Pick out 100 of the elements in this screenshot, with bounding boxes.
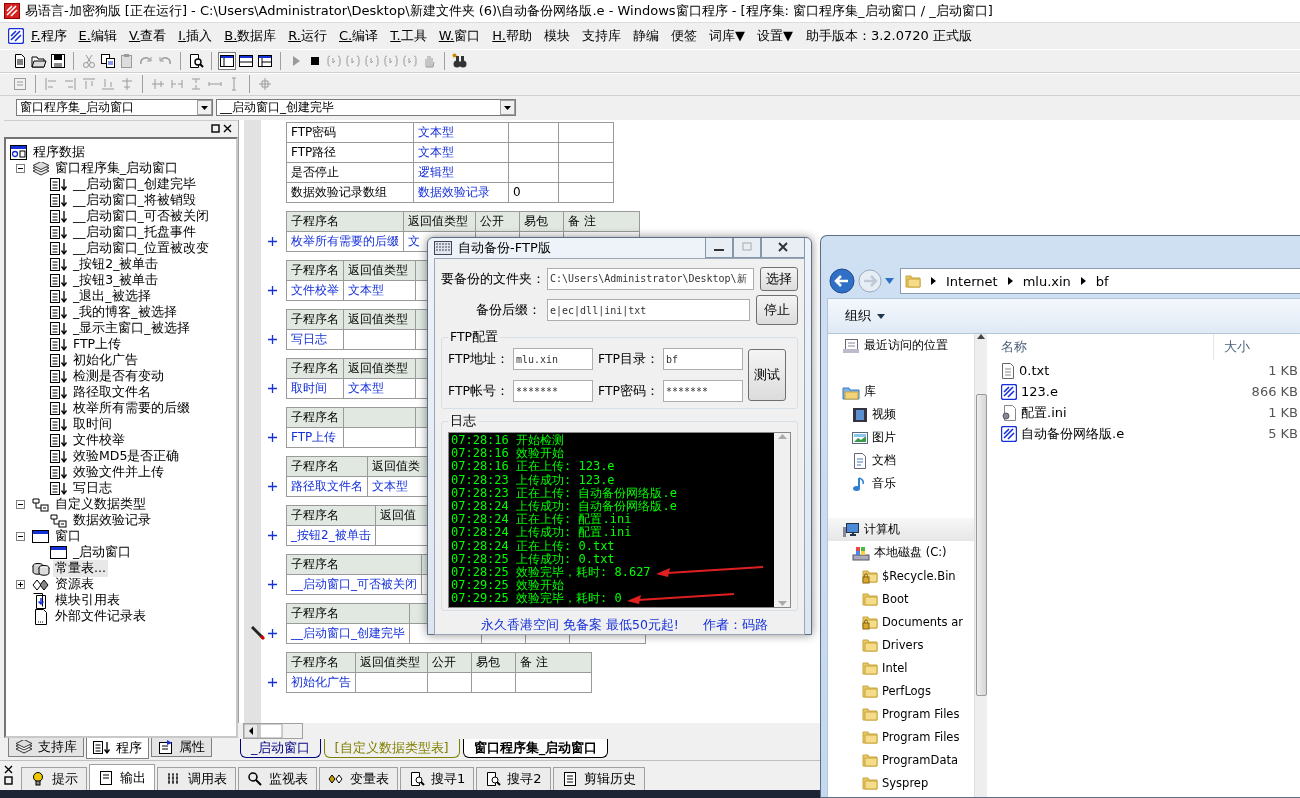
output-tab[interactable]: 搜寻2	[476, 767, 551, 791]
tree-item[interactable]: 枚举所有需要的后缀	[71, 400, 192, 418]
tree-item[interactable]: 窗口程序集_启动窗口	[53, 160, 181, 178]
breadcrumb-item[interactable]: mlu.xin	[1022, 273, 1071, 289]
selector-dropdown[interactable]: 窗口程序集_启动窗口	[16, 99, 213, 117]
output-tab[interactable]: 搜寻1	[400, 767, 475, 791]
chevron-icon[interactable]	[931, 277, 936, 285]
nav-item[interactable]: $Recycle.Bin	[882, 568, 956, 583]
tree-item[interactable]: __启动窗口_托盘事件	[71, 224, 198, 242]
plus-icon[interactable]	[268, 628, 277, 638]
binoculars-icon[interactable]	[452, 52, 468, 69]
panel-tab[interactable]: 程序	[86, 737, 149, 759]
restore-icon[interactable]	[211, 124, 220, 134]
tree-item[interactable]: 取时间	[71, 416, 114, 434]
text-field[interactable]: *******	[513, 380, 593, 402]
menu-item[interactable]: 静编	[627, 24, 664, 47]
history-dropdown-icon[interactable]	[885, 278, 894, 284]
menu-item[interactable]: C.编译	[334, 24, 384, 47]
nav-item[interactable]: PerfLogs	[882, 683, 931, 698]
nav-item[interactable]: Program Files	[882, 706, 960, 721]
selector-dropdown[interactable]: __启动窗口_创建完毕	[216, 99, 516, 117]
output-tab[interactable]: 输出	[89, 764, 155, 791]
nav-item[interactable]: 库	[864, 384, 876, 399]
breadcrumb-item[interactable]: bf	[1095, 273, 1109, 289]
menu-item[interactable]: 支持库	[576, 24, 626, 47]
tree-item[interactable]: 效验MD5是否正确	[71, 448, 182, 466]
nav-item[interactable]: ProgramData	[882, 752, 958, 767]
column-header[interactable]: 大小	[1213, 334, 1300, 360]
layout-icon[interactable]	[257, 52, 273, 69]
tree-item[interactable]: __启动窗口_创建完毕	[71, 176, 198, 194]
tree-item[interactable]: 初始化广告	[71, 352, 140, 370]
nav-item[interactable]: 最近访问的位置	[864, 338, 948, 353]
tree-item[interactable]: 检测是否有变动	[71, 368, 166, 386]
output-tab[interactable]: 剪辑历史	[552, 767, 645, 791]
copy-icon[interactable]	[100, 52, 116, 69]
tree-item[interactable]: 窗口	[53, 528, 83, 546]
plus-icon[interactable]	[268, 334, 277, 344]
tree-item[interactable]: 模块引用表	[53, 592, 122, 610]
output-tab[interactable]: 提示	[21, 767, 87, 791]
chevron-icon[interactable]	[1080, 277, 1086, 285]
plus-icon[interactable]	[268, 579, 277, 589]
tree-item[interactable]: __启动窗口_位置被改变	[71, 240, 211, 258]
nav-item[interactable]: 音乐	[872, 476, 896, 491]
tree-item[interactable]: _按钮3_被单击	[71, 272, 161, 290]
minimize-icon[interactable]	[705, 238, 733, 258]
plus-icon[interactable]	[268, 236, 277, 246]
editor-tab[interactable]: _启动窗口	[240, 738, 321, 758]
menu-item[interactable]: H.帮助	[487, 24, 537, 47]
plus-icon[interactable]	[268, 677, 277, 687]
close-icon[interactable]	[761, 238, 805, 258]
nav-item[interactable]: Boot	[882, 591, 909, 606]
menu-item[interactable]: B.数据库	[219, 24, 282, 47]
menu-item[interactable]: 模块	[538, 24, 575, 47]
expander-icon[interactable]	[16, 164, 25, 174]
tree-item[interactable]: 数据效验记录	[71, 512, 153, 530]
address-bar[interactable]: Internet mlu.xin bf	[900, 268, 1300, 294]
nav-item[interactable]: Program Files	[882, 729, 960, 744]
menu-item[interactable]: 词库▼	[703, 24, 750, 47]
tree-item[interactable]: _我的博客_被选择	[71, 304, 179, 322]
back-button-icon[interactable]	[829, 268, 855, 294]
output-tab[interactable]: 变量表	[319, 767, 398, 791]
tree-item[interactable]: 效验文件并上传	[71, 464, 166, 482]
menu-item[interactable]: 设置▼	[751, 24, 798, 47]
plus-icon[interactable]	[268, 432, 277, 442]
horizontal-scrollbar[interactable]	[243, 722, 303, 739]
nav-item[interactable]: 视频	[872, 407, 896, 422]
nav-item[interactable]: Documents ar	[882, 614, 963, 629]
plus-icon[interactable]	[268, 285, 277, 295]
tree-item[interactable]: 自定义数据类型	[53, 496, 148, 514]
tree-item[interactable]: __启动窗口_将被销毁	[71, 192, 198, 210]
expander-icon[interactable]	[16, 500, 25, 510]
menu-item[interactable]: F.程序	[26, 24, 72, 47]
expander-icon[interactable]	[16, 580, 25, 590]
tree-item[interactable]: _退出_被选择	[71, 288, 153, 306]
menu-item[interactable]: T.工具	[385, 24, 432, 47]
save-icon[interactable]	[50, 52, 66, 69]
nav-item[interactable]: 计算机	[864, 522, 900, 537]
editor-tab[interactable]: [自定义数据类型表]	[323, 738, 460, 758]
text-field[interactable]: bf	[663, 348, 743, 370]
file-name[interactable]: 配置.ini	[1021, 403, 1067, 422]
scroll-thumb[interactable]	[975, 394, 987, 696]
tree-item[interactable]: _启动窗口	[71, 544, 134, 562]
menu-item[interactable]: E.编辑	[73, 24, 122, 47]
tree-item[interactable]: 外部文件记录表	[53, 608, 148, 626]
text-field[interactable]: C:\Users\Administrator\Desktop\新	[547, 268, 755, 290]
test-button[interactable]: 测试	[748, 349, 786, 401]
tree-item[interactable]: 写日志	[71, 480, 114, 498]
nav-item[interactable]: 文档	[872, 453, 896, 468]
menu-item[interactable]: V.查看	[123, 24, 172, 47]
tree-item[interactable]: _按钮2_被单击	[71, 256, 161, 274]
layout-icon[interactable]	[219, 52, 235, 69]
file-name[interactable]: 自动备份网络版.e	[1021, 424, 1125, 443]
nav-item[interactable]: Sysprep	[882, 775, 929, 790]
plus-icon[interactable]	[268, 481, 277, 491]
tree-item[interactable]: 资源表	[53, 576, 96, 594]
tree-item[interactable]: FTP上传	[71, 336, 124, 354]
menu-item[interactable]: R.运行	[283, 24, 332, 47]
organize-menu[interactable]: 组织	[845, 307, 885, 325]
expander-icon[interactable]	[16, 532, 25, 542]
nav-item[interactable]: 本地磁盘 (C:)	[874, 545, 947, 560]
